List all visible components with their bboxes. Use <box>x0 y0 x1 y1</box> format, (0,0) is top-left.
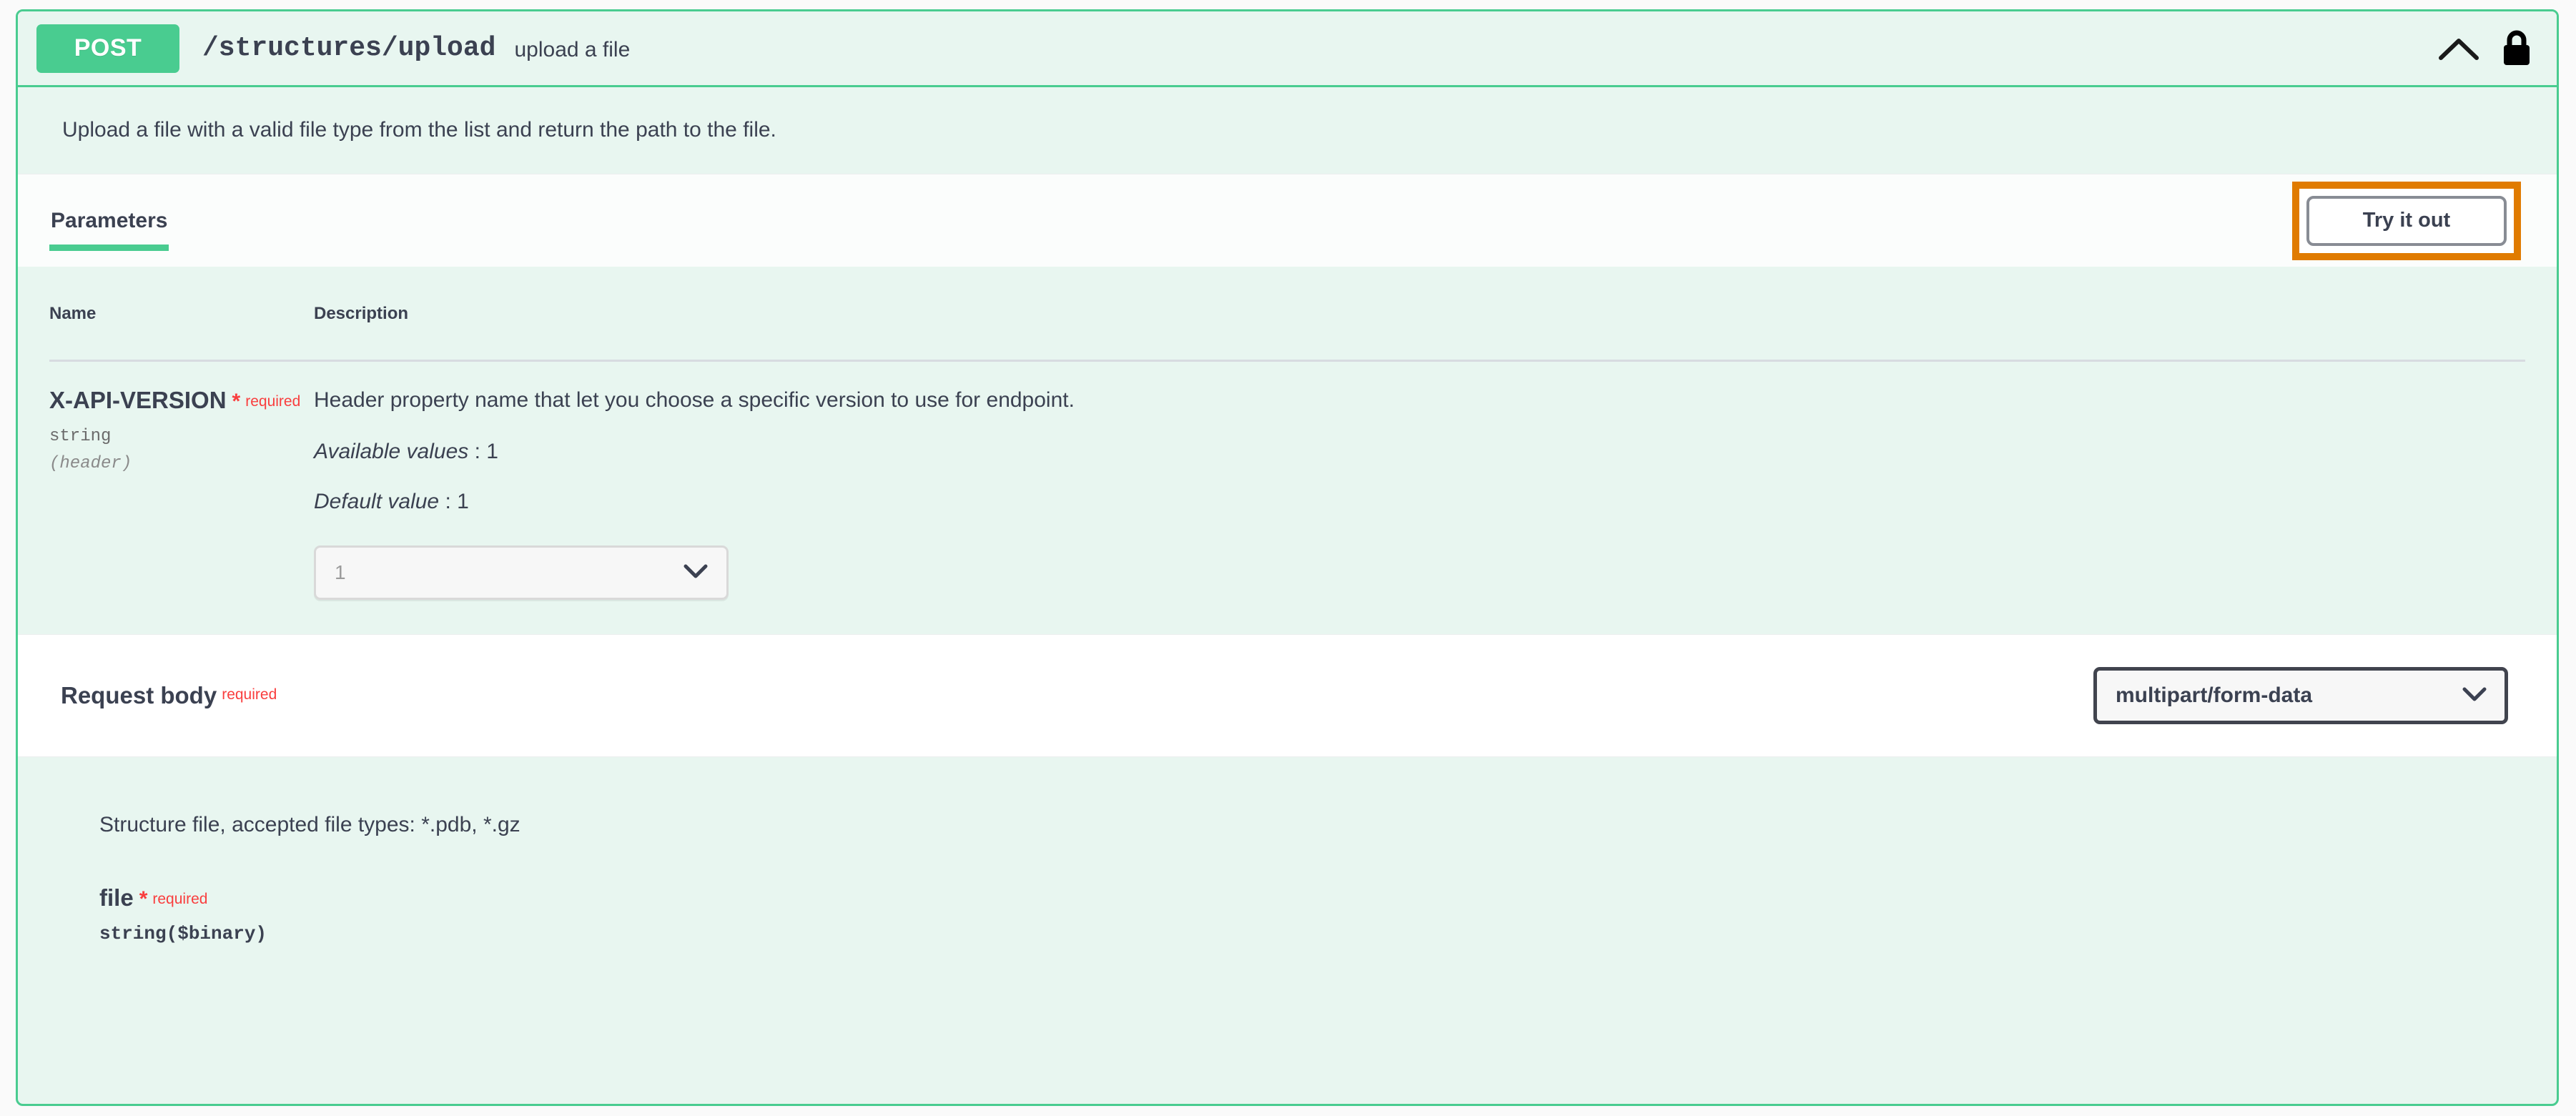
try-it-out-button[interactable]: Try it out <box>2306 195 2507 246</box>
column-header-name: Name <box>49 304 97 323</box>
content-type-select-value: multipart/form-data <box>2116 683 2313 707</box>
parameter-description-cell: Header property name that let you choose… <box>314 360 2525 634</box>
available-values-separator: : <box>468 440 487 463</box>
parameter-type: string <box>49 426 112 446</box>
parameters-tab-row: Parameters Try it out <box>18 174 2557 267</box>
chevron-up-icon[interactable] <box>2437 26 2481 71</box>
chevron-down-icon <box>2462 686 2487 706</box>
try-it-out-highlight: Try it out <box>2292 181 2521 260</box>
request-body-schema-section: Structure file, accepted file types: *.p… <box>18 757 2557 944</box>
available-values-value: 1 <box>486 440 498 463</box>
parameters-section: Name Description X-API-VERSION * required … <box>18 267 2557 634</box>
lock-icon[interactable] <box>2497 26 2537 71</box>
default-value-line: Default value : 1 <box>314 490 2525 514</box>
chevron-down-icon <box>684 563 708 583</box>
request-body-field-required-asterisk: * <box>139 887 148 911</box>
required-asterisk: * <box>232 390 241 413</box>
request-body-schema-description: Structure file, accepted file types: *.p… <box>99 813 520 836</box>
required-label: required <box>245 393 301 410</box>
default-value-separator: : <box>439 490 458 513</box>
request-body-field-name-text: file <box>99 884 134 911</box>
request-body-required-label: required <box>222 686 277 703</box>
column-header-description: Description <box>314 304 409 323</box>
endpoint-path: /structures/upload <box>202 33 496 64</box>
request-body-label: Request body required <box>61 682 277 709</box>
available-values-label: Available values <box>314 440 469 463</box>
request-body-field-type: string($binary) <box>99 923 267 944</box>
request-body-field-name: file * required <box>99 884 2557 912</box>
available-values-line: Available values : 1 <box>314 440 2525 464</box>
operation-description-wrapper: Upload a file with a valid file type fro… <box>18 87 2557 174</box>
table-header-row: Name Description <box>49 267 2525 361</box>
http-method-badge: POST <box>36 24 179 73</box>
default-value-value: 1 <box>457 490 469 513</box>
tab-active-underline <box>49 245 169 251</box>
request-body-field-required-label: required <box>152 891 208 907</box>
parameters-table: Name Description X-API-VERSION * required … <box>49 267 2525 634</box>
operation-summary-bar[interactable]: POST /structures/upload upload a file <box>18 11 2557 87</box>
parameter-name: X-API-VERSION * required <box>49 386 314 415</box>
parameter-name-text: X-API-VERSION <box>49 387 227 413</box>
request-body-row: Request body required multipart/form-data <box>18 634 2557 757</box>
operation-block: POST /structures/upload upload a file Up… <box>16 9 2559 1106</box>
content-type-select[interactable]: multipart/form-data <box>2093 667 2508 724</box>
tab-parameters-label: Parameters <box>51 208 168 232</box>
operation-description: Upload a file with a valid file type fro… <box>62 118 776 142</box>
parameter-value-select[interactable]: 1 <box>314 545 729 600</box>
parameter-description: Header property name that let you choose… <box>314 388 1075 412</box>
table-row: X-API-VERSION * required string (header) H… <box>49 360 2525 634</box>
request-body-label-text: Request body <box>61 682 217 708</box>
endpoint-summary: upload a file <box>514 38 631 61</box>
default-value-label: Default value <box>314 490 440 513</box>
parameter-location: (header) <box>49 453 132 473</box>
parameter-name-cell: X-API-VERSION * required string (header) <box>49 360 314 634</box>
tab-parameters[interactable]: Parameters <box>49 174 169 267</box>
parameter-value-select-value: 1 <box>335 561 346 583</box>
